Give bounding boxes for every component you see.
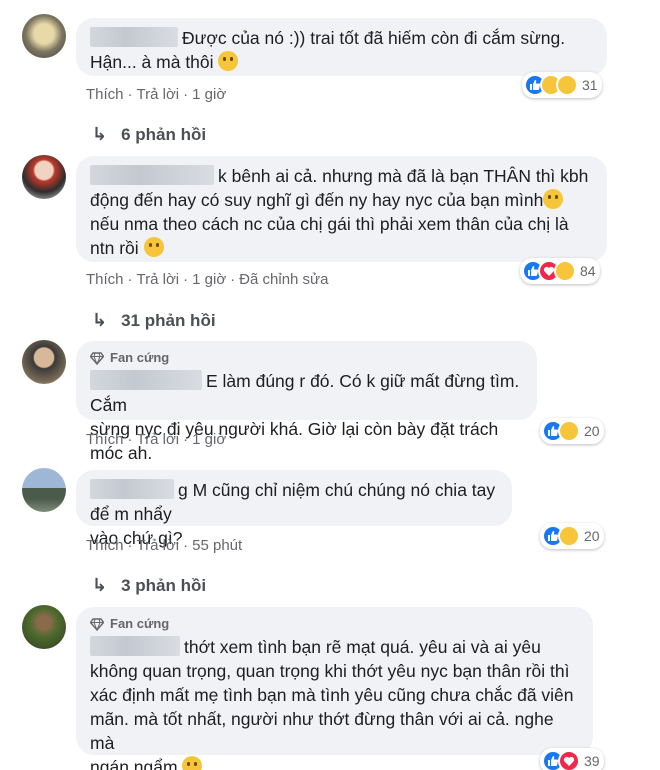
reaction-count: 39 [584, 753, 600, 769]
comment-text: mãn. mà tốt nhất, người như thớt đừng th… [90, 709, 554, 753]
reaction-count: 84 [580, 263, 596, 279]
reply-link[interactable]: Trả lời [137, 537, 180, 554]
comment-text: không quan trọng, quan trọng khi thớt yê… [90, 661, 570, 681]
comment-bubble: g M cũng chỉ niệm chú chúng nó chia tay … [76, 470, 512, 548]
haha-reaction-icon [554, 260, 576, 282]
reaction-summary[interactable]: 20 [540, 523, 604, 549]
reaction-count: 20 [584, 528, 600, 544]
comment-text: động đến hay có suy nghĩ gì đến ny hay n… [90, 188, 593, 212]
comment-text: ngán ngẩm [90, 755, 579, 770]
avatar[interactable] [22, 468, 66, 512]
reply-link[interactable]: Trả lời [137, 431, 180, 448]
like-link[interactable]: Thích [86, 271, 124, 288]
comment-actions: Thích · Trả lời · 1 giờ [86, 431, 227, 448]
reaction-summary[interactable]: 84 [520, 258, 600, 284]
avatar[interactable] [22, 605, 66, 649]
comment-text: g M cũng chỉ niệm chú chúng nó chia tay … [90, 479, 496, 524]
comment-text: Hận... à mà thôi [90, 50, 593, 74]
comment-text: E làm đúng r đó. Có k giữ mất đừng tìm. … [90, 370, 520, 415]
like-link[interactable]: Thích [86, 537, 124, 554]
redacted-name [90, 370, 202, 390]
comment-text: k bênh ai cả. nhưng mà đã là bạn THÂN th… [90, 164, 593, 188]
reaction-summary[interactable]: 20 [540, 418, 604, 444]
reply-link[interactable]: Trả lời [137, 86, 180, 103]
smile-emoji-icon [143, 237, 164, 257]
fan-badge[interactable]: Fan cứng [90, 615, 579, 633]
comment-bubble: Fan cứng thớt xem tình bạn rẽ mạt quá. y… [76, 607, 593, 770]
haha-reaction-icon [558, 525, 580, 547]
timestamp[interactable]: 1 giờ [192, 86, 226, 103]
timestamp[interactable]: 1 giờ [192, 271, 226, 288]
timestamp[interactable]: 55 phút [192, 537, 242, 554]
reaction-summary[interactable]: 39 [540, 748, 604, 770]
view-replies-link[interactable]: ↳ 6 phản hồi [92, 124, 206, 145]
comment-actions: Thích · Trả lời · 1 giờ [86, 86, 227, 103]
comment-actions: Thích · Trả lời · 1 giờ · Đã chỉnh sửa [86, 271, 329, 288]
comment-text: ntn rồi [90, 236, 593, 260]
tired-face-emoji-icon [218, 51, 239, 71]
like-link[interactable]: Thích [86, 86, 124, 103]
reaction-count: 31 [582, 77, 598, 93]
redacted-name [90, 636, 180, 656]
reply-arrow-icon: ↳ [92, 575, 108, 595]
haha-reaction-icon [558, 420, 580, 442]
reaction-summary[interactable]: 31 [522, 72, 602, 98]
reply-arrow-icon: ↳ [92, 310, 108, 330]
diamond-icon [90, 618, 104, 631]
love-reaction-icon [558, 750, 580, 770]
view-replies-link[interactable]: ↳ 31 phản hồi [92, 310, 216, 331]
redacted-name [90, 27, 178, 47]
comment-text: thớt xem tình bạn rẽ mạt quá. yêu ai và … [90, 635, 579, 659]
avatar[interactable] [22, 155, 66, 199]
relieved-face-emoji-icon [543, 189, 564, 209]
diamond-icon [90, 352, 104, 365]
reply-arrow-icon: ↳ [92, 124, 108, 144]
comment-actions: Thích · Trả lời · 55 phút [86, 537, 243, 554]
sad-reaction-icon [556, 74, 578, 96]
redacted-name [90, 165, 214, 185]
comment-bubble: Fan cứng E làm đúng r đó. Có k giữ mất đ… [76, 341, 537, 463]
view-replies-link[interactable]: ↳ 3 phản hồi [92, 575, 206, 596]
comment-text: xác định mất mẹ tình bạn mà tình yêu cũn… [90, 685, 574, 705]
comment-text: Được của nó :)) trai tốt đã hiếm còn đi … [90, 26, 593, 50]
like-link[interactable]: Thích [86, 431, 124, 448]
reaction-count: 20 [584, 423, 600, 439]
fan-badge[interactable]: Fan cứng [90, 349, 523, 367]
edited-label[interactable]: Đã chỉnh sửa [239, 271, 328, 288]
redacted-name [90, 479, 174, 499]
reply-link[interactable]: Trả lời [137, 271, 180, 288]
comment-text: nếu nma theo cách nc của chị gái thì phả… [90, 214, 569, 234]
comment-bubble: Được của nó :)) trai tốt đã hiếm còn đi … [76, 18, 607, 76]
avatar[interactable] [22, 14, 66, 58]
avatar[interactable] [22, 340, 66, 384]
timestamp[interactable]: 1 giờ [192, 431, 226, 448]
smirk-emoji-icon [182, 756, 203, 770]
comment-bubble: k bênh ai cả. nhưng mà đã là bạn THÂN th… [76, 156, 607, 262]
